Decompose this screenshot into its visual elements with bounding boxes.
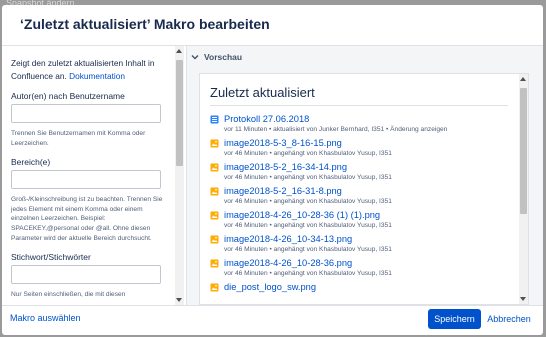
scroll-up-icon[interactable] bbox=[520, 77, 526, 81]
list-item-link[interactable]: Protokoll 27.06.2018 bbox=[224, 114, 309, 124]
list-item: die_post_logo_sw.png bbox=[210, 282, 508, 292]
list-item-line: Protokoll 27.06.2018 bbox=[210, 114, 508, 124]
list-item-link[interactable]: image2018-5-2_16-34-14.png bbox=[224, 162, 347, 172]
spaces-input[interactable] bbox=[11, 170, 161, 190]
select-macro-link[interactable]: Makro auswählen bbox=[10, 313, 81, 323]
list-item-meta: vor 46 Minuten • angehängt von Khasbulat… bbox=[224, 150, 392, 157]
footer-divider bbox=[2, 305, 543, 306]
list-item-meta: vor 46 Minuten • angehängt von Khasbulat… bbox=[224, 174, 392, 181]
list-item-meta: vor 11 Minuten • aktualisiert von Junker… bbox=[224, 126, 448, 133]
dialog-title: ‘Zuletzt aktualisiert’ Makro bearbeiten bbox=[20, 16, 270, 32]
image-icon bbox=[210, 187, 219, 196]
recently-updated-title: Zuletzt aktualisiert bbox=[210, 85, 508, 106]
list-item-line: die_post_logo_sw.png bbox=[210, 282, 508, 292]
list-item-link[interactable]: die_post_logo_sw.png bbox=[224, 282, 316, 292]
save-button[interactable]: Speichern bbox=[428, 309, 481, 329]
list-item-line: image2018-4-26_10-28-36 (1) (1).png bbox=[210, 210, 508, 220]
labels-label: Stichwort/Stichwörter bbox=[11, 252, 91, 263]
macro-dialog: ‘Zuletzt aktualisiert’ Makro bearbeiten … bbox=[2, 5, 543, 335]
preview-toggle[interactable]: Vorschau bbox=[191, 52, 242, 62]
macro-form-panel: Zeigt den zuletzt aktualisierten Inhalt … bbox=[2, 46, 186, 305]
list-item: image2018-4-26_10-28-36 (1) (1).png vor 4… bbox=[210, 210, 508, 229]
list-item-link[interactable]: image2018-5-3_8-16-15.png bbox=[224, 138, 342, 148]
list-item: image2018-5-2_16-31-8.pngvor 46 Minuten … bbox=[210, 186, 508, 205]
image-icon bbox=[210, 211, 219, 220]
list-item: image2018-5-3_8-16-15.pngvor 46 Minuten … bbox=[210, 138, 508, 157]
list-item: image2018-4-26_10-34-13.pngvor 46 Minute… bbox=[210, 234, 508, 253]
preview-scrollbar[interactable] bbox=[519, 74, 528, 304]
list-item-line: image2018-5-3_8-16-15.png bbox=[210, 138, 508, 148]
recently-updated-list: Zuletzt aktualisiert Protokoll 27.06.201… bbox=[210, 85, 508, 292]
authors-help: Trennen Sie Benutzernamen mit Komma oder… bbox=[11, 130, 146, 147]
preview-scrollbar-thumb[interactable] bbox=[520, 88, 527, 214]
preview-header-label: Vorschau bbox=[204, 52, 243, 62]
form-scrollbar-thumb[interactable] bbox=[176, 60, 183, 166]
list-item: image2018-4-26_10-28-36.pngvor 46 Minute… bbox=[210, 258, 508, 277]
list-item-meta: vor 46 Minuten • angehängt von Khasbulat… bbox=[224, 222, 392, 229]
list-item-link[interactable]: image2018-4-26_10-34-13.png bbox=[224, 234, 352, 244]
list-item-meta: vor 46 Minuten • angehängt von Khasbulat… bbox=[224, 198, 392, 205]
labels-input[interactable] bbox=[11, 265, 161, 285]
scroll-up-icon[interactable] bbox=[176, 49, 182, 53]
image-icon bbox=[210, 235, 219, 244]
spaces-label: Bereich(e) bbox=[11, 157, 51, 168]
authors-label: Autor(en) nach Benutzername bbox=[11, 91, 125, 101]
image-icon bbox=[210, 283, 219, 292]
list-item: image2018-5-2_16-34-14.pngvor 46 Minuten… bbox=[210, 162, 508, 181]
list-item-meta: vor 46 Minuten • angehängt von Khasbulat… bbox=[224, 270, 392, 277]
list-item-meta: vor 46 Minuten • angehängt von Khasbulat… bbox=[224, 246, 392, 253]
list-item-link[interactable]: image2018-4-26_10-28-36 (1) (1).png bbox=[224, 210, 380, 220]
page-icon bbox=[210, 115, 219, 124]
preview-panel: Vorschau Zuletzt aktualisiert Protokoll … bbox=[186, 46, 543, 305]
scroll-down-icon[interactable] bbox=[520, 297, 526, 301]
list-item: Protokoll 27.06.2018 vor 11 Minuten • akt… bbox=[210, 114, 508, 133]
list-item-line: image2018-4-26_10-34-13.png bbox=[210, 234, 508, 244]
documentation-link[interactable]: Dokumentation bbox=[69, 71, 125, 81]
image-icon bbox=[210, 163, 219, 172]
image-icon bbox=[210, 259, 219, 268]
scroll-down-icon[interactable] bbox=[176, 298, 182, 302]
authors-input[interactable] bbox=[11, 104, 161, 123]
list-item-line: image2018-5-2_16-31-8.png bbox=[210, 186, 508, 196]
list-item-line: image2018-5-2_16-34-14.png bbox=[210, 162, 508, 172]
form-scrollbar[interactable] bbox=[175, 46, 184, 305]
labels-help: Nur Seiten einschließen, die mit diesen bbox=[11, 291, 126, 299]
macro-description: Zeigt den zuletzt aktualisierten Inhalt … bbox=[11, 57, 171, 82]
preview-frame: Zuletzt aktualisiert Protokoll 27.06.201… bbox=[199, 73, 529, 305]
cancel-button[interactable]: Abbrechen bbox=[485, 309, 533, 329]
list-item-link[interactable]: image2018-5-2_16-31-8.png bbox=[224, 186, 342, 196]
chevron-down-icon bbox=[191, 55, 199, 60]
list-item-link[interactable]: image2018-4-26_10-28-36.png bbox=[224, 258, 352, 268]
list-item-line: image2018-4-26_10-28-36.png bbox=[210, 258, 508, 268]
image-icon bbox=[210, 139, 219, 148]
spaces-help: Groß-/Kleinschreibung ist zu beachten. T… bbox=[11, 196, 163, 242]
